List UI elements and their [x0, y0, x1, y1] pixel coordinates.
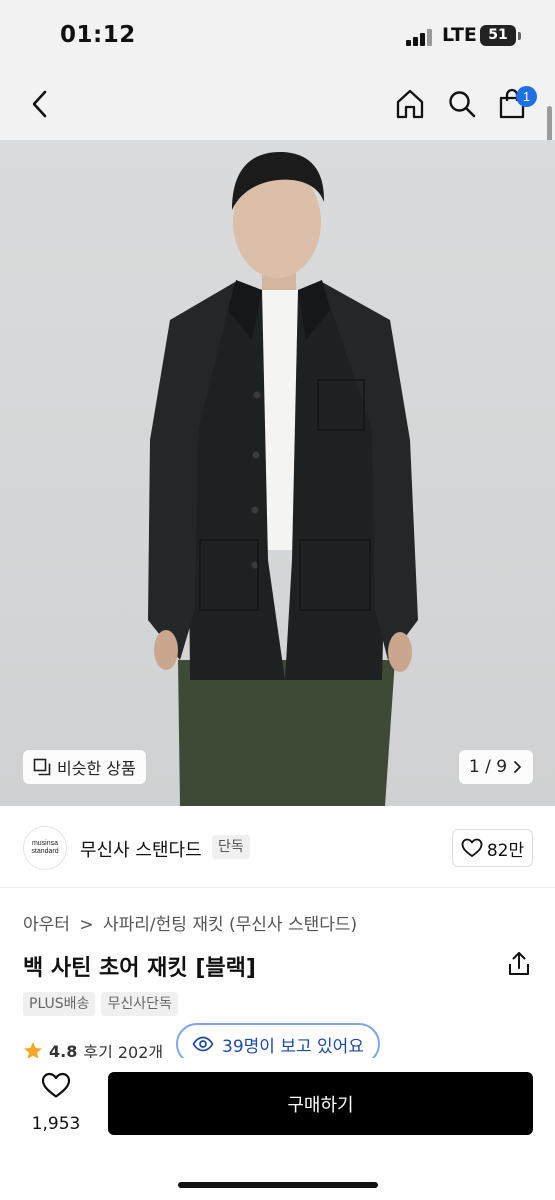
share-button[interactable] [505, 950, 533, 978]
tag-plus-delivery: PLUS배송 [23, 992, 96, 1016]
brand-like-count: 82만 [486, 840, 525, 861]
battery-icon: 51 [480, 25, 516, 46]
battery-level: 51 [488, 27, 508, 43]
signal-icon [406, 28, 432, 46]
similar-products-button[interactable]: 비슷한 상품 [23, 750, 146, 784]
product-title: 백 사틴 초어 재킷 [블랙] [23, 956, 256, 981]
purchase-bar: 1,953 구매하기 [0, 1058, 555, 1200]
status-bar: 01:12 LTE 51 [0, 0, 555, 70]
chevron-right-icon [514, 761, 521, 773]
chevron-left-icon [32, 90, 47, 118]
status-time: 01:12 [60, 22, 136, 48]
image-counter-label: 1 / 9 [468, 757, 508, 777]
brand-row: musinsa standard 무신사 스탠다드 단독 82만 [0, 806, 555, 888]
brand-name-link[interactable]: 무신사 스탠다드 [80, 836, 202, 862]
home-indicator [178, 1182, 378, 1188]
viewers-label: 39명이 보고 있어요 [222, 1036, 364, 1057]
copy-icon [33, 758, 51, 776]
breadcrumb: 아우터 > 사파리/헌팅 재킷 (무신사 스탠다드) [23, 910, 357, 935]
buy-button[interactable]: 구매하기 [108, 1072, 533, 1135]
heart-icon [41, 1072, 71, 1098]
search-button[interactable] [440, 82, 484, 126]
home-icon [396, 89, 424, 119]
top-nav: 1 [0, 70, 555, 140]
eye-icon [192, 1036, 214, 1052]
image-counter-button[interactable]: 1 / 9 [459, 750, 533, 784]
wishlist-button[interactable]: 1,953 [20, 1072, 92, 1134]
brand-logo-line1: musinsa [31, 840, 59, 847]
tag-musinsa-exclusive: 무신사단독 [101, 992, 178, 1016]
search-icon [449, 91, 476, 118]
heart-icon [461, 838, 483, 857]
similar-products-label: 비슷한 상품 [57, 759, 136, 778]
product-photo [148, 152, 418, 806]
home-button[interactable] [388, 82, 432, 126]
product-tags: PLUS배송 무신사단독 [23, 992, 178, 1016]
battery-tip [518, 32, 521, 40]
network-label: LTE [442, 24, 477, 46]
wishlist-count: 1,953 [31, 1114, 81, 1134]
product-image-carousel[interactable]: 비슷한 상품 1 / 9 [0, 140, 555, 806]
brand-logo[interactable]: musinsa standard [23, 826, 67, 870]
breadcrumb-separator: > [79, 915, 94, 935]
brand-like-button[interactable]: 82만 [452, 829, 533, 867]
cart-count-badge: 1 [516, 86, 537, 107]
exclusive-badge: 단독 [212, 835, 250, 859]
back-button[interactable] [18, 82, 62, 126]
share-icon [509, 952, 529, 975]
breadcrumb-item-outer[interactable]: 아우터 [23, 915, 70, 935]
breadcrumb-item-safari[interactable]: 사파리/헌팅 재킷 (무신사 스탠다드) [103, 915, 357, 935]
cart-button[interactable]: 1 [490, 82, 537, 126]
brand-logo-line2: standard [31, 848, 59, 855]
